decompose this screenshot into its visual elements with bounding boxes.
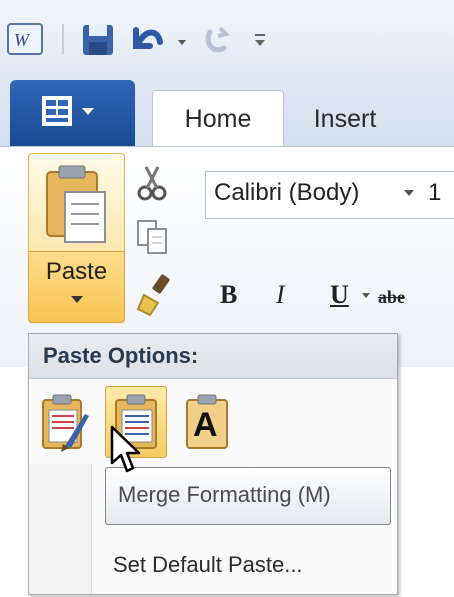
qat-separator — [62, 24, 64, 54]
keep-source-formatting-button[interactable] — [33, 386, 93, 456]
font-name-value: Calibri (Body) — [214, 179, 360, 206]
customize-qat-icon[interactable] — [252, 30, 268, 54]
strikethrough-button[interactable]: abe — [378, 287, 405, 308]
redo-icon[interactable] — [200, 22, 236, 62]
tab-insert[interactable]: Insert — [290, 92, 400, 146]
keep-text-only-glyph: A — [193, 406, 218, 444]
merge-formatting-tooltip: Merge Formatting (M) — [105, 467, 391, 525]
ribbon-tab-row: Home Insert — [0, 78, 454, 147]
paste-options-title: Paste Options: — [43, 343, 199, 368]
keep-source-formatting-icon — [42, 394, 89, 452]
save-icon[interactable] — [80, 22, 116, 62]
word-icon[interactable]: W — [6, 22, 46, 62]
menu-icon-gutter — [29, 464, 92, 594]
svg-text:W: W — [14, 30, 31, 50]
quick-access-toolbar: W — [0, 0, 454, 78]
clipboard-icon — [46, 165, 106, 243]
cut-icon[interactable] — [136, 163, 168, 203]
font-name-combobox[interactable]: Calibri (Body) 1 — [205, 171, 454, 219]
tab-home[interactable]: Home — [152, 90, 284, 147]
mouse-pointer-icon — [110, 425, 141, 473]
paste-button[interactable] — [28, 153, 125, 252]
tooltip-text: Merge Formatting (M) — [118, 482, 331, 507]
file-tab[interactable] — [10, 80, 135, 146]
paste-options-header: Paste Options: — [29, 334, 397, 379]
set-default-paste-item[interactable]: Set Default Paste... — [91, 542, 391, 586]
paste-dropdown-button[interactable]: Paste — [28, 251, 125, 323]
undo-icon[interactable] — [128, 20, 168, 62]
file-menu-icon — [42, 96, 94, 126]
paste-dropdown-arrow-icon — [71, 296, 83, 303]
paste-label: Paste — [45, 258, 108, 285]
font-name-dropdown-icon[interactable] — [404, 190, 414, 196]
keep-text-only-button[interactable]: A — [179, 386, 239, 456]
set-default-paste-label: Set Default Paste... — [113, 552, 303, 577]
format-painter-icon[interactable] — [136, 273, 178, 317]
bold-button[interactable]: B — [220, 280, 237, 310]
copy-icon[interactable] — [136, 219, 170, 257]
underline-dropdown-icon[interactable] — [362, 293, 370, 298]
italic-button[interactable]: I — [276, 280, 285, 310]
font-size-value[interactable]: 1 — [428, 179, 441, 207]
underline-button[interactable]: U — [330, 280, 349, 310]
undo-dropdown-icon[interactable] — [178, 40, 186, 45]
paste-options-menu: Paste Options: A Merge Formatting (M) Se… — [28, 333, 398, 595]
